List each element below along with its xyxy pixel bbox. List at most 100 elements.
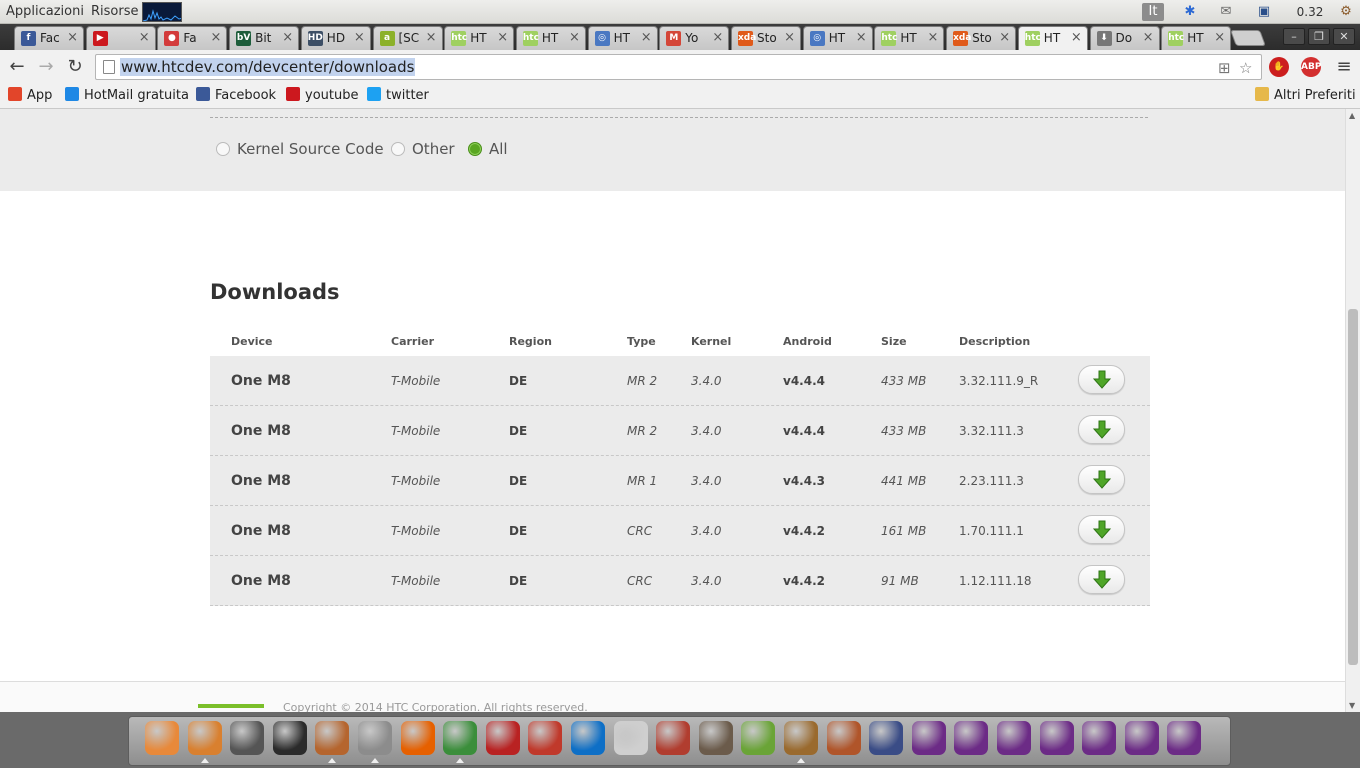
network-icon[interactable]: ▣ bbox=[1254, 3, 1274, 21]
purple-folder-icon[interactable] bbox=[911, 721, 946, 755]
disc-burner-icon[interactable] bbox=[613, 721, 648, 755]
clock[interactable]: 0.32 bbox=[1290, 3, 1330, 21]
tab-11[interactable]: ◎ HT × bbox=[802, 26, 873, 50]
tab-14[interactable]: htc HT × bbox=[1017, 26, 1088, 50]
purple-folder-images-icon[interactable] bbox=[997, 721, 1031, 755]
address-bar[interactable]: www.htcdev.com/devcenter/downloads ⊞ ☆ bbox=[95, 54, 1262, 80]
radio-circle[interactable] bbox=[468, 142, 482, 156]
bookmark-youtube[interactable]: youtube bbox=[286, 87, 358, 105]
translate-icon[interactable]: ⊞ bbox=[1218, 59, 1231, 77]
tab-close-icon[interactable]: × bbox=[354, 30, 365, 45]
bookmark-hotmail-gratuita[interactable]: HotMail gratuita bbox=[65, 87, 189, 105]
tab-6[interactable]: htc HT × bbox=[444, 26, 515, 50]
tab-3[interactable]: bV Bit × bbox=[229, 26, 300, 50]
filter-radio-all[interactable]: All bbox=[468, 140, 508, 158]
tab-close-icon[interactable]: × bbox=[282, 30, 293, 45]
back-button[interactable]: ← bbox=[6, 56, 28, 78]
bookmark-app[interactable]: App bbox=[8, 87, 52, 105]
screenshot-icon[interactable] bbox=[869, 721, 904, 755]
minimize-window-button[interactable]: – bbox=[1283, 28, 1305, 45]
house-icon[interactable] bbox=[826, 721, 861, 755]
system-monitor-graph[interactable] bbox=[142, 2, 182, 22]
tab-9[interactable]: M Yo × bbox=[659, 26, 730, 50]
download-button[interactable] bbox=[1078, 365, 1125, 394]
tab-close-icon[interactable]: × bbox=[569, 30, 580, 45]
xchat-icon[interactable] bbox=[528, 721, 563, 755]
chrome-menu-icon[interactable]: ≡ bbox=[1333, 56, 1355, 78]
tab-1[interactable]: ▶ × bbox=[85, 26, 156, 50]
close-window-button[interactable]: ✕ bbox=[1333, 28, 1355, 45]
tab-close-icon[interactable]: × bbox=[999, 30, 1010, 45]
tab-close-icon[interactable]: × bbox=[1143, 30, 1154, 45]
forward-button[interactable]: → bbox=[35, 56, 57, 78]
tab-close-icon[interactable]: × bbox=[1214, 30, 1225, 45]
tab-12[interactable]: htc HT × bbox=[874, 26, 945, 50]
tab-close-icon[interactable]: × bbox=[1071, 30, 1082, 45]
menu-applications[interactable]: Applicazioni bbox=[6, 4, 84, 19]
firefox-icon[interactable] bbox=[400, 721, 435, 755]
adblock-stop-icon[interactable]: ✋ bbox=[1269, 57, 1289, 77]
bookmark-star-icon[interactable]: ☆ bbox=[1239, 59, 1252, 77]
tab-7[interactable]: htc HT × bbox=[515, 26, 586, 50]
session-menu-icon[interactable]: ⚙ bbox=[1336, 3, 1356, 21]
bookmark-twitter[interactable]: twitter bbox=[367, 87, 429, 105]
system-settings-icon[interactable] bbox=[230, 721, 265, 755]
bluetooth-icon[interactable]: ✱ bbox=[1180, 3, 1200, 21]
chrome-icon[interactable] bbox=[443, 721, 478, 763]
tab-close-icon[interactable]: × bbox=[712, 30, 723, 45]
tab-10[interactable]: xda Sto × bbox=[731, 26, 801, 50]
tab-2[interactable]: ● Fa × bbox=[157, 26, 228, 50]
new-tab-button[interactable] bbox=[1230, 30, 1266, 46]
tab-close-icon[interactable]: × bbox=[497, 30, 508, 45]
tab-close-icon[interactable]: × bbox=[210, 30, 221, 45]
filezilla-icon[interactable] bbox=[485, 721, 520, 755]
purple-folder-settings-icon[interactable] bbox=[1082, 721, 1117, 755]
tab-close-icon[interactable]: × bbox=[927, 30, 938, 45]
purple-folder-video-icon[interactable] bbox=[1039, 721, 1074, 755]
scroll-down-arrow-icon[interactable]: ▼ bbox=[1349, 701, 1355, 710]
tab-close-icon[interactable]: × bbox=[641, 30, 652, 45]
keyboard-layout-indicator[interactable]: It bbox=[1142, 3, 1164, 21]
download-button[interactable] bbox=[1078, 415, 1125, 444]
filter-radio-kernel-source-code[interactable]: Kernel Source Code bbox=[216, 140, 384, 158]
gdebi-package-icon[interactable] bbox=[358, 721, 392, 763]
tab-close-icon[interactable]: × bbox=[784, 30, 795, 45]
other-bookmarks-folder[interactable]: Altri Preferiti bbox=[1255, 87, 1356, 105]
filter-radio-other[interactable]: Other bbox=[391, 140, 455, 158]
tab-close-icon[interactable]: × bbox=[426, 30, 437, 45]
purple-folder-apps-icon[interactable] bbox=[1167, 721, 1202, 755]
reload-button[interactable]: ↻ bbox=[64, 56, 86, 78]
terminal-icon[interactable] bbox=[272, 721, 307, 755]
rocket-launcher-icon[interactable] bbox=[187, 721, 222, 763]
tab-close-icon[interactable]: × bbox=[139, 30, 150, 45]
owl-icon[interactable] bbox=[784, 721, 818, 763]
tab-13[interactable]: xda Sto × bbox=[946, 26, 1017, 50]
download-button[interactable] bbox=[1078, 465, 1125, 494]
scrollbar-thumb[interactable] bbox=[1348, 309, 1358, 665]
purple-folder-music-icon[interactable] bbox=[954, 721, 989, 755]
tab-8[interactable]: ◎ HT × bbox=[587, 26, 658, 50]
download-button[interactable] bbox=[1078, 565, 1125, 594]
restore-window-button[interactable]: ❐ bbox=[1308, 28, 1330, 45]
tab-0[interactable]: f Fac × bbox=[14, 26, 84, 50]
teamviewer-icon[interactable] bbox=[571, 721, 605, 755]
scroll-up-arrow-icon[interactable]: ▲ bbox=[1349, 111, 1355, 120]
mail-icon[interactable]: ✉ bbox=[1216, 3, 1236, 21]
tab-15[interactable]: ⬇ Do × bbox=[1089, 26, 1160, 50]
download-button[interactable] bbox=[1078, 515, 1125, 544]
adblock-plus-icon[interactable]: ABP bbox=[1301, 57, 1321, 77]
radio-circle[interactable] bbox=[216, 142, 230, 156]
gimp-icon[interactable] bbox=[698, 721, 733, 755]
radio-circle[interactable] bbox=[391, 142, 405, 156]
menu-places[interactable]: Risorse bbox=[91, 4, 139, 19]
tab-5[interactable]: a [SC × bbox=[372, 26, 443, 50]
wine-icon[interactable] bbox=[656, 721, 691, 755]
tab-4[interactable]: HD HD × bbox=[300, 26, 371, 50]
tab-close-icon[interactable]: × bbox=[67, 30, 78, 45]
tab-16[interactable]: htc HT × bbox=[1161, 26, 1232, 50]
page-scrollbar[interactable]: ▲ ▼ bbox=[1345, 109, 1360, 712]
maze-game-icon[interactable] bbox=[741, 721, 776, 755]
tab-close-icon[interactable]: × bbox=[856, 30, 867, 45]
bookmark-facebook[interactable]: Facebook bbox=[196, 87, 276, 105]
ubuntu-software-icon[interactable] bbox=[145, 721, 179, 755]
